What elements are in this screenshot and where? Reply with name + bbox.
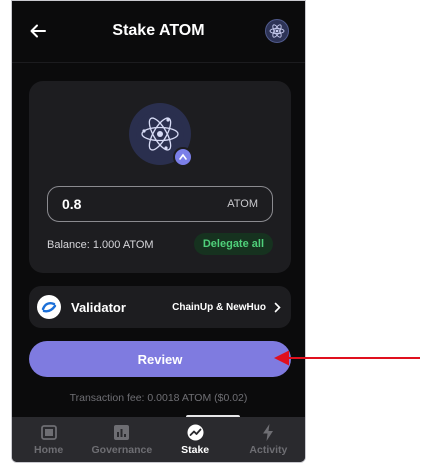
bottom-tab-bar: Home Governance Stake Activity	[12, 417, 305, 462]
chain-badge-icon	[173, 147, 193, 167]
top-bar: Stake ATOM	[12, 1, 305, 63]
cosmos-icon	[269, 24, 285, 38]
page-title: Stake ATOM	[112, 22, 205, 39]
stake-icon	[187, 424, 204, 442]
tab-label: Home	[34, 443, 64, 456]
transaction-fee: Transaction fee: 0.0018 ATOM ($0.02)	[69, 392, 248, 404]
validator-selector[interactable]: Validator ChainUp & NewHuo	[29, 286, 291, 328]
tab-label: Stake	[181, 443, 210, 456]
tab-governance[interactable]: Governance	[85, 417, 158, 462]
amount-field[interactable]: ATOM	[47, 186, 273, 222]
tab-stake[interactable]: Stake	[159, 417, 232, 462]
tab-home[interactable]: Home	[12, 417, 85, 462]
amount-unit: ATOM	[227, 198, 258, 210]
chart-icon	[114, 424, 130, 442]
network-avatar[interactable]	[265, 19, 289, 43]
tab-label: Governance	[91, 443, 153, 456]
stake-card: ATOM Balance: 1.000 ATOM Delegate all	[29, 81, 291, 273]
balance-text: Balance: 1.000 ATOM	[47, 239, 154, 251]
validator-label: Validator	[71, 299, 126, 315]
delegate-all-button[interactable]: Delegate all	[193, 233, 273, 255]
tab-activity[interactable]: Activity	[232, 417, 305, 462]
validator-name: ChainUp & NewHuo	[172, 301, 266, 313]
tab-label: Activity	[249, 443, 288, 456]
validator-logo-icon	[37, 295, 61, 319]
amount-input[interactable]	[62, 196, 228, 212]
phone-screen: Stake ATOM 0.8 ATOM Balance: 1.000 ATOM …	[11, 0, 306, 463]
wallet-icon	[40, 424, 57, 442]
chevron-right-icon	[274, 302, 281, 313]
review-button[interactable]: Review	[29, 341, 291, 377]
lightning-icon	[262, 424, 274, 442]
annotation-arrow-icon	[274, 350, 420, 366]
